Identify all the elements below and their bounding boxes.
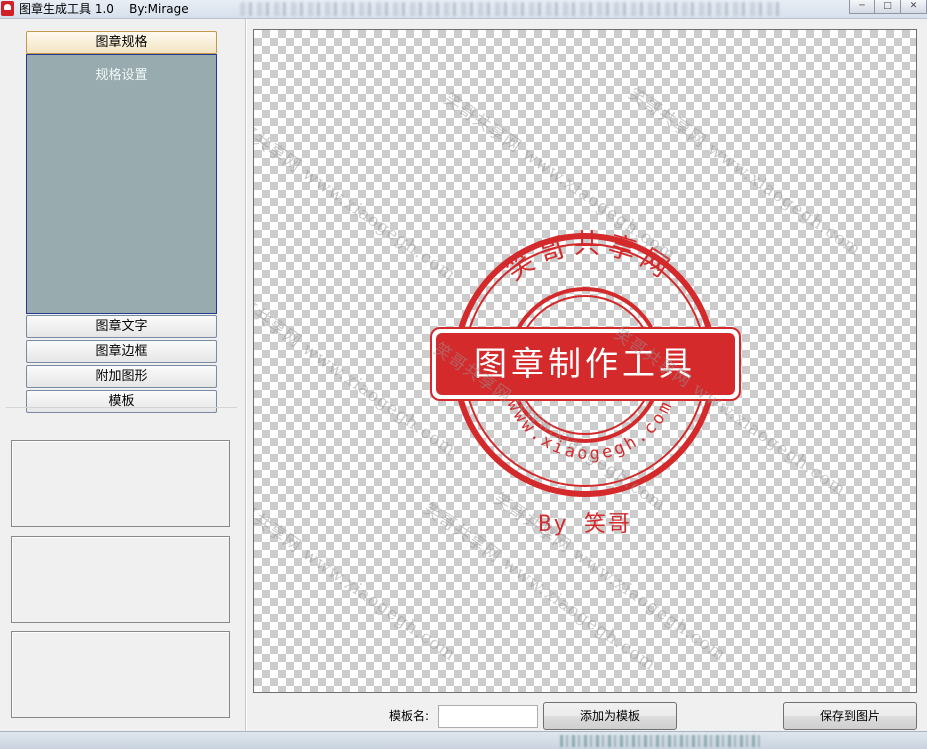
template-name-input[interactable] bbox=[438, 705, 538, 728]
template-preview-3[interactable] bbox=[11, 631, 230, 718]
stamp-signature-text: By 笑哥 bbox=[538, 512, 632, 537]
spec-settings-panel: 规格设置 bbox=[26, 54, 217, 314]
taskbar-blurred-area bbox=[560, 735, 760, 747]
app-stamp-icon bbox=[1, 1, 14, 16]
spec-settings-label: 规格设置 bbox=[95, 68, 148, 83]
close-icon[interactable]: ✕ bbox=[901, 0, 927, 14]
template-preview-area bbox=[6, 407, 237, 718]
title-bar-blurred-area bbox=[240, 2, 780, 16]
template-preview-2[interactable] bbox=[11, 536, 230, 623]
stamp: 笑哥共享网 www.xiaogegh.com 图章制作工具 By 笑哥 bbox=[430, 229, 741, 537]
window-controls: ─ □ ✕ bbox=[849, 0, 927, 14]
window-title: 图章生成工具 1.0 By:Mirage bbox=[19, 2, 189, 16]
stamp-graphic: 笑哥共享网 www.xiaogegh.com 图章制作工具 By 笑哥 bbox=[430, 229, 741, 537]
maximize-icon[interactable]: □ bbox=[875, 0, 901, 14]
stamp-canvas[interactable]: 笑哥共享网 www.xiaogegh.com 图章制作工具 By 笑哥 笑哥共享… bbox=[253, 29, 917, 693]
minimize-icon[interactable]: ─ bbox=[849, 0, 875, 14]
section-text-button[interactable]: 图章文字 bbox=[26, 315, 217, 338]
panel-divider[interactable] bbox=[245, 19, 246, 731]
section-border-button[interactable]: 图章边框 bbox=[26, 340, 217, 363]
stamp-center-text: 图章制作工具 bbox=[474, 344, 696, 383]
section-spec-button[interactable]: 图章规格 bbox=[26, 31, 217, 54]
section-extra-shape-button[interactable]: 附加图形 bbox=[26, 365, 217, 388]
title-bar: 图章生成工具 1.0 By:Mirage ─ □ ✕ bbox=[0, 0, 927, 19]
add-template-button[interactable]: 添加为模板 bbox=[543, 702, 677, 730]
taskbar-strip bbox=[0, 731, 927, 749]
template-preview-1[interactable] bbox=[11, 440, 230, 527]
stamp-top-arc-text: 笑哥共享网 bbox=[501, 229, 680, 287]
save-image-button[interactable]: 保存到图片 bbox=[783, 702, 917, 730]
template-name-label: 模板名: bbox=[389, 709, 430, 723]
